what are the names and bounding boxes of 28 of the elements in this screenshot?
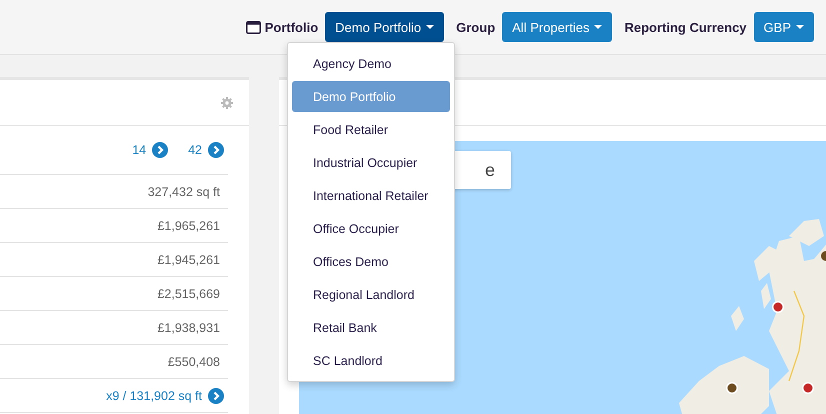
value-text: £1,938,931 xyxy=(157,320,220,334)
count-link[interactable]: x9 / 131,902 sq ft xyxy=(106,388,202,402)
count-link[interactable]: 14 xyxy=(132,143,146,157)
chevron-right-icon[interactable] xyxy=(152,142,168,158)
portfolio-dropdown[interactable]: Demo Portfolio xyxy=(325,12,444,42)
value-text: £1,965,261 xyxy=(157,218,220,232)
group-dropdown[interactable]: All Properties xyxy=(502,12,612,42)
count-link[interactable]: 42 xyxy=(188,143,202,157)
value-text: 327,432 sq ft xyxy=(148,184,220,198)
chevron-right-icon[interactable] xyxy=(208,142,224,158)
currency-dropdown[interactable]: GBP xyxy=(754,12,814,42)
portfolio-label: Portfolio xyxy=(264,20,318,34)
value-text: £1,945,261 xyxy=(157,252,220,266)
currency-label: Reporting Currency xyxy=(624,20,747,34)
menu-item[interactable]: Office Occupier xyxy=(292,213,450,244)
value-text: £550,408 xyxy=(168,354,220,368)
calendar-icon xyxy=(246,20,261,34)
menu-item[interactable]: Industrial Occupier xyxy=(292,147,450,178)
value-text: £2,515,669 xyxy=(157,286,220,300)
menu-item[interactable]: Offices Demo xyxy=(292,246,450,277)
menu-item[interactable]: Food Retailer xyxy=(292,114,450,145)
menu-item[interactable]: Agency Demo xyxy=(292,48,450,79)
menu-item[interactable]: International Retailer xyxy=(292,180,450,211)
menu-item[interactable]: SC Landlord xyxy=(292,345,450,376)
group-label: Group xyxy=(456,20,496,34)
menu-item[interactable]: Regional Landlord xyxy=(292,279,450,310)
chevron-right-icon[interactable] xyxy=(208,388,224,404)
menu-item[interactable]: Retail Bank xyxy=(292,312,450,343)
